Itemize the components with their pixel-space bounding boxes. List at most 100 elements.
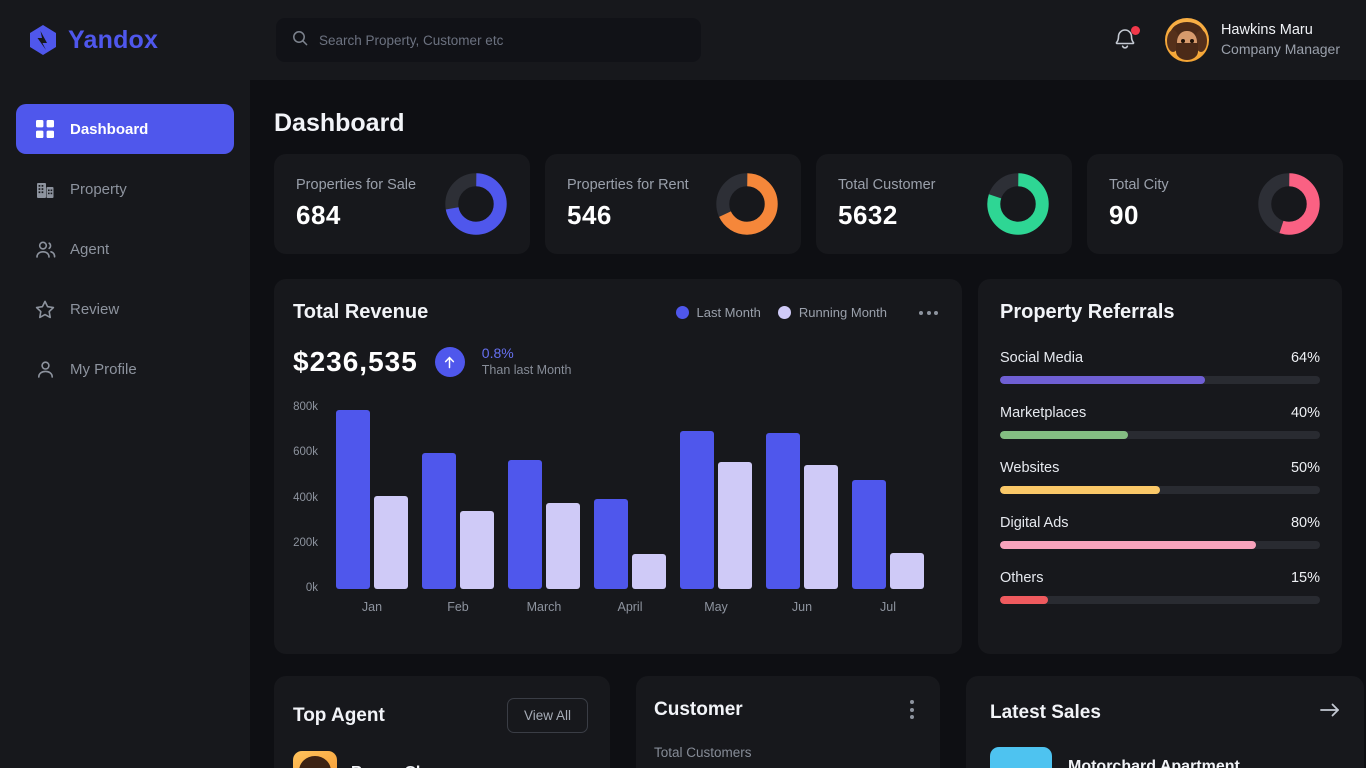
users-icon xyxy=(34,238,56,260)
top-agent-title: Top Agent xyxy=(293,705,385,727)
brand-name: Yandox xyxy=(68,26,158,55)
bar[interactable] xyxy=(422,453,456,589)
referral-pct: 40% xyxy=(1291,405,1320,421)
progress-fill xyxy=(1000,596,1048,604)
search-input[interactable] xyxy=(319,33,685,48)
bar[interactable] xyxy=(594,499,628,590)
sidebar-item-agent[interactable]: Agent xyxy=(16,224,234,274)
stat-card-total-customer[interactable]: Total Customer 5632 xyxy=(816,154,1072,254)
bar[interactable] xyxy=(460,511,494,589)
sidebar-item-property[interactable]: Property xyxy=(16,164,234,214)
main-content: Dashboard Properties for Sale 684 Proper… xyxy=(250,80,1366,768)
progress-track xyxy=(1000,596,1320,604)
bar-group xyxy=(766,408,838,589)
sidebar-item-label: Agent xyxy=(70,241,109,258)
latest-sales-card: Latest Sales Motorchard Apartment xyxy=(966,676,1364,768)
stat-value: 90 xyxy=(1109,200,1169,231)
stat-label: Properties for Sale xyxy=(296,177,416,193)
bar[interactable] xyxy=(680,431,714,589)
stat-card-total-city[interactable]: Total City 90 xyxy=(1087,154,1343,254)
property-thumbnail xyxy=(990,747,1052,768)
brand-logo[interactable]: Yandox xyxy=(0,24,250,56)
y-tick-label: 600k xyxy=(278,446,318,458)
bar[interactable] xyxy=(766,433,800,589)
stat-label: Total Customer xyxy=(838,177,936,193)
stat-cards: Properties for Sale 684 Properties for R… xyxy=(274,154,1343,254)
bar-group xyxy=(680,408,752,589)
bar[interactable] xyxy=(890,553,924,589)
bar[interactable] xyxy=(632,554,666,589)
stat-value: 546 xyxy=(567,200,689,231)
bar[interactable] xyxy=(374,496,408,589)
notifications-button[interactable] xyxy=(1114,27,1138,53)
referral-row-others: Others 15% xyxy=(1000,570,1320,604)
referral-name: Others xyxy=(1000,570,1044,586)
dashboard-app: Yandox Hawk xyxy=(0,0,1366,768)
bar[interactable] xyxy=(336,410,370,589)
building-icon xyxy=(34,178,56,200)
donut-chart xyxy=(444,172,508,236)
profile-menu[interactable]: Hawkins Maru Company Manager xyxy=(1165,18,1340,62)
bar-plot-area xyxy=(334,404,954,589)
list-item[interactable]: Benny Chagur xyxy=(293,751,588,768)
y-tick-label: 800k xyxy=(278,401,318,413)
arrow-up-icon xyxy=(435,347,465,377)
bottom-cards: Top Agent View All Benny Chagur Customer… xyxy=(274,676,1364,768)
progress-track xyxy=(1000,376,1320,384)
sidebar-item-my-profile[interactable]: My Profile xyxy=(16,344,234,394)
bar[interactable] xyxy=(546,503,580,589)
legend-dot xyxy=(778,306,791,319)
legend-label: Last Month xyxy=(697,305,761,320)
agent-name: Benny Chagur xyxy=(351,764,460,768)
sidebar-item-label: My Profile xyxy=(70,361,137,378)
y-tick-label: 200k xyxy=(278,537,318,549)
more-horizontal-icon[interactable] xyxy=(919,311,938,315)
customer-subtitle: Total Customers xyxy=(654,745,920,760)
referral-name: Marketplaces xyxy=(1000,405,1086,421)
referral-row-marketplaces: Marketplaces 40% xyxy=(1000,405,1320,439)
sidebar-item-label: Property xyxy=(70,181,127,198)
revenue-amount: $236,535 xyxy=(293,346,418,378)
search-icon xyxy=(292,30,308,51)
progress-track xyxy=(1000,431,1320,439)
referral-row-digital-ads: Digital Ads 80% xyxy=(1000,515,1320,549)
progress-fill xyxy=(1000,541,1256,549)
revenue-summary: $236,535 0.8% Than last Month xyxy=(274,324,962,379)
revenue-bar-chart: 0k200k400k600k800kJanFebMarchAprilMayJun… xyxy=(274,404,962,629)
stat-card-properties-for-rent[interactable]: Properties for Rent 546 xyxy=(545,154,801,254)
property-referrals-card: Property Referrals Social Media 64% Mark… xyxy=(978,279,1342,654)
list-item[interactable]: Motorchard Apartment xyxy=(990,747,1342,768)
bar-group xyxy=(594,408,666,589)
progress-track xyxy=(1000,486,1320,494)
sidebar-item-dashboard[interactable]: Dashboard xyxy=(16,104,234,154)
donut-chart xyxy=(1257,172,1321,236)
bar[interactable] xyxy=(852,480,886,589)
bar[interactable] xyxy=(718,462,752,589)
stat-label: Properties for Rent xyxy=(567,177,689,193)
referrals-title: Property Referrals xyxy=(1000,301,1320,324)
bar-group xyxy=(422,408,494,589)
x-tick-label: April xyxy=(590,600,670,614)
arrow-right-icon[interactable] xyxy=(1318,700,1342,725)
sale-name: Motorchard Apartment xyxy=(1068,758,1240,768)
revenue-title: Total Revenue xyxy=(293,301,428,324)
donut-chart xyxy=(715,172,779,236)
referral-row-websites: Websites 50% xyxy=(1000,460,1320,494)
progress-fill xyxy=(1000,486,1160,494)
more-vertical-icon[interactable] xyxy=(904,698,920,721)
grid-icon xyxy=(34,118,56,140)
x-tick-label: Feb xyxy=(418,600,498,614)
x-tick-label: May xyxy=(676,600,756,614)
search-bar[interactable] xyxy=(276,18,701,62)
revenue-change-pct: 0.8% xyxy=(482,345,572,362)
view-all-button[interactable]: View All xyxy=(507,698,588,733)
donut-chart xyxy=(986,172,1050,236)
referral-row-social-media: Social Media 64% xyxy=(1000,350,1320,384)
stat-value: 5632 xyxy=(838,200,936,231)
sidebar-item-review[interactable]: Review xyxy=(16,284,234,334)
stat-card-properties-for-sale[interactable]: Properties for Sale 684 xyxy=(274,154,530,254)
bar[interactable] xyxy=(804,465,838,589)
bar[interactable] xyxy=(508,460,542,589)
star-icon xyxy=(34,298,56,320)
top-agent-card: Top Agent View All Benny Chagur xyxy=(274,676,610,768)
